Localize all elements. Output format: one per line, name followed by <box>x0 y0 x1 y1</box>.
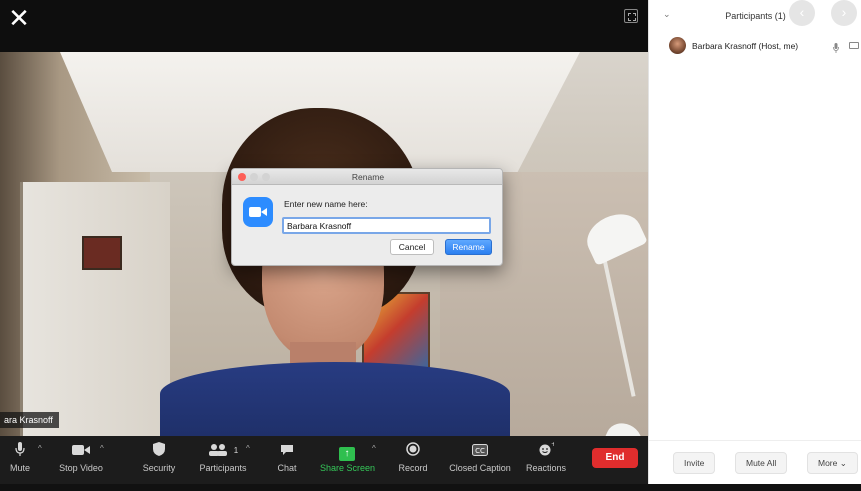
record-label: Record <box>398 463 428 473</box>
participants-icon: 1 <box>196 440 250 462</box>
rename-prompt: Enter new name here: <box>284 199 368 209</box>
maximize-window-icon[interactable] <box>262 173 270 181</box>
participant-row[interactable]: Barbara Krasnoff (Host, me) <box>649 36 861 56</box>
mute-label: Mute <box>9 463 30 473</box>
zoom-logo-icon <box>243 197 273 227</box>
video-camera-icon <box>56 440 106 462</box>
mute-button[interactable]: Mute ^ <box>6 440 42 480</box>
share-screen-icon: ↑ <box>320 440 374 462</box>
dialog-title: Rename <box>232 169 502 185</box>
microphone-icon <box>6 440 34 462</box>
security-label: Security <box>142 463 176 473</box>
participants-panel: ⌄ Participants (1) ‹ › Barbara Krasnoff … <box>648 0 861 484</box>
cc-icon: CC <box>448 440 512 462</box>
reaction-smile-icon: + <box>524 440 568 462</box>
cancel-button[interactable]: Cancel <box>390 239 434 255</box>
invite-button[interactable]: Invite <box>673 452 716 474</box>
panel-title: Participants (1) <box>725 11 786 21</box>
closed-caption-label: Closed Caption <box>449 463 511 473</box>
chat-bubble-icon <box>276 440 298 462</box>
svg-text:CC: CC <box>475 447 485 455</box>
avatar <box>669 37 686 54</box>
participant-name-tag: ara Krasnoff <box>0 412 59 428</box>
panel-footer: Invite Mute All More ⌄ <box>649 440 861 484</box>
end-meeting-button[interactable]: End <box>592 448 638 468</box>
participants-count: 1 <box>233 446 239 455</box>
share-caret-icon[interactable]: ^ <box>372 444 376 453</box>
mute-caret-icon[interactable]: ^ <box>38 444 42 453</box>
video-caret-icon[interactable]: ^ <box>100 444 104 453</box>
rename-button[interactable]: Rename <box>445 239 492 255</box>
fullscreen-icon[interactable] <box>624 9 638 23</box>
room-door <box>20 182 170 436</box>
security-button[interactable]: Security <box>140 440 178 480</box>
stop-video-label: Stop Video <box>59 463 103 473</box>
chat-label: Chat <box>277 463 297 473</box>
close-window-icon[interactable] <box>238 173 246 181</box>
share-screen-label: Share Screen <box>320 463 376 473</box>
zoom-meeting-window: ✕ ara Krasnoff Mute ^ Stop Video ^ Secur… <box>0 0 861 491</box>
closed-caption-button[interactable]: CC Closed Caption <box>448 440 512 480</box>
meeting-toolbar: Mute ^ Stop Video ^ Security 1 Participa… <box>0 436 648 484</box>
bottom-strip <box>0 484 861 491</box>
svg-text:+: + <box>551 442 554 448</box>
mute-all-button[interactable]: Mute All <box>735 452 788 474</box>
chevron-right-icon[interactable]: › <box>831 0 857 26</box>
rename-dialog: Rename Enter new name here: Cancel Renam… <box>231 168 503 266</box>
person-shirt <box>160 362 510 436</box>
share-screen-button[interactable]: ↑ Share Screen ^ <box>320 440 376 480</box>
wall-picture <box>82 236 122 270</box>
record-button[interactable]: Record <box>396 440 430 480</box>
participants-label: Participants <box>199 463 247 473</box>
microphone-icon[interactable] <box>833 40 839 53</box>
minimize-window-icon[interactable] <box>250 173 258 181</box>
video-top-bar: ✕ <box>0 0 648 52</box>
video-camera-icon[interactable] <box>849 42 859 49</box>
new-name-input[interactable] <box>282 217 491 234</box>
record-icon <box>396 440 430 462</box>
shield-icon <box>140 440 178 462</box>
stop-video-button[interactable]: Stop Video ^ <box>56 440 106 480</box>
participants-button[interactable]: 1 Participants ^ <box>196 440 250 480</box>
reactions-button[interactable]: + Reactions <box>524 440 568 480</box>
chevron-left-icon[interactable]: ‹ <box>789 0 815 26</box>
close-icon[interactable]: ✕ <box>8 5 30 31</box>
participant-name: Barbara Krasnoff (Host, me) <box>692 41 799 51</box>
panel-header: ⌄ Participants (1) ‹ › <box>649 0 861 32</box>
chat-button[interactable]: Chat <box>276 440 298 480</box>
participants-caret-icon[interactable]: ^ <box>246 444 250 453</box>
more-button[interactable]: More ⌄ <box>807 452 858 474</box>
reactions-label: Reactions <box>525 463 567 473</box>
